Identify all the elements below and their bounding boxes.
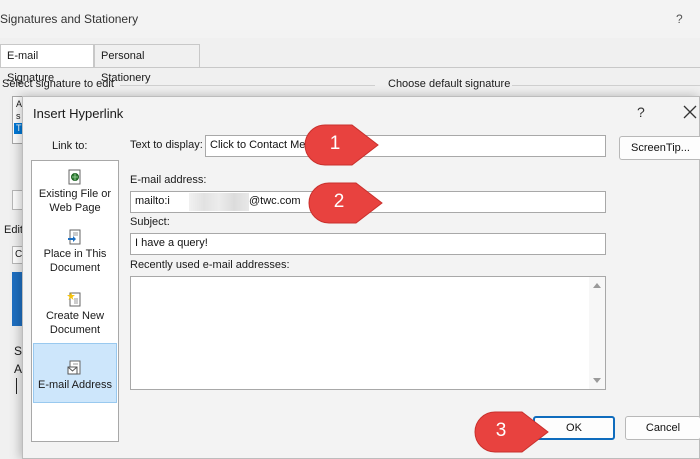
document-place-icon [67,229,83,245]
web-page-icon [67,169,83,185]
tab-personal-stationery[interactable]: Personal Stationery [94,44,200,84]
background-window-title: Signatures and Stationery [0,12,139,26]
callout-marker-2: 2 [304,178,386,231]
help-button[interactable]: ? [637,104,645,120]
subject-label: Subject: [130,216,170,228]
link-to-email-address[interactable]: E-mail Address [33,343,117,403]
new-document-icon [67,291,83,307]
link-to-label: Link to: [52,140,88,152]
cancel-button[interactable]: Cancel [625,416,700,440]
dialog-title: Insert Hyperlink [33,106,124,121]
redacted-email-segment [189,193,249,211]
signature-list-item-selected[interactable]: T [16,123,22,133]
email-address-prefix: mailto:i [135,195,170,207]
text-cursor [16,378,17,394]
callout-number: 1 [329,133,341,154]
callout-number: 3 [495,420,507,441]
scroll-up-icon[interactable] [593,283,601,288]
text-to-display-input[interactable]: Click to Contact Me! [205,135,606,157]
link-to-label-create: Create New Document [45,310,105,336]
email-address-suffix: @twc.com [249,195,301,207]
link-to-label-email: E-mail Address [38,379,112,391]
link-to-panel: Existing File or Web Page Place in This … [31,160,119,442]
close-icon[interactable] [681,103,699,121]
link-to-label-place: Place in This Document [43,248,107,274]
callout-marker-3: 3 [470,409,552,459]
text-to-display-label: Text to display: [130,139,203,151]
signature-list-item[interactable]: s [16,111,21,121]
editor-text: S [14,344,23,358]
tab-divider [0,67,700,68]
choose-default-signature-label: Choose default signature [388,78,511,90]
subject-input[interactable]: I have a query! [130,233,606,255]
section-divider [512,85,700,86]
tab-email-signature[interactable]: E-mail Signature [0,44,94,84]
select-signature-label: Select signature to edit [2,78,114,90]
recent-email-list[interactable] [130,276,606,390]
recent-list-scrollbar[interactable] [589,277,605,389]
background-help-button[interactable]: ? [676,12,683,26]
email-address-label: E-mail address: [130,174,207,186]
recent-email-label: Recently used e-mail addresses: [130,259,290,271]
callout-number: 2 [333,191,345,212]
link-to-create-new-document[interactable]: Create New Document [33,291,117,347]
link-to-existing-file[interactable]: Existing File or Web Page [33,169,117,225]
email-icon [67,360,83,376]
callout-marker-1: 1 [300,120,382,173]
screentip-button[interactable]: ScreenTip... [619,136,700,160]
background-titlebar: Signatures and Stationery ? [0,0,700,38]
link-to-place-in-document[interactable]: Place in This Document [33,229,117,285]
editor-text: A [14,362,23,376]
edit-signature-label: Edit [4,224,23,236]
section-divider [120,85,375,86]
scroll-down-icon[interactable] [593,378,601,383]
link-to-label-existing: Existing File or Web Page [38,188,112,214]
